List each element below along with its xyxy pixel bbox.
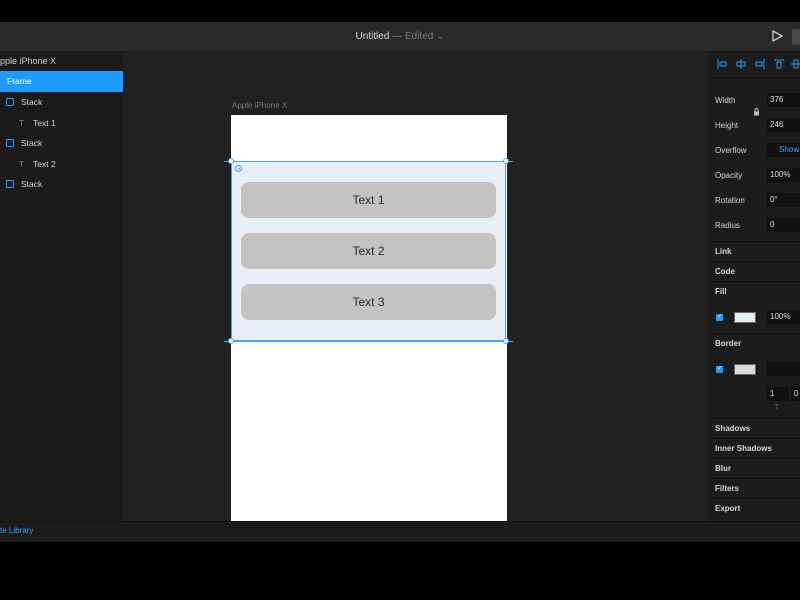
layers-title[interactable]: pple iPhone X <box>0 56 123 66</box>
frame-label[interactable]: Apple iPhone X <box>232 101 287 110</box>
layer-label: Stack <box>21 138 43 148</box>
stack-icon <box>6 138 14 147</box>
border-color-swatch[interactable] <box>734 364 756 375</box>
stack-icon <box>6 97 14 106</box>
layer-label: Stack <box>21 179 43 189</box>
border-width-input[interactable]: 1 <box>767 387 789 401</box>
align-left-icon[interactable] <box>717 59 727 69</box>
border-style-select[interactable] <box>767 362 800 376</box>
width-label: Width <box>715 96 736 105</box>
filters-section[interactable]: Filters <box>708 478 800 498</box>
layer-stack-3[interactable]: Stack <box>0 174 123 195</box>
toolbar-button[interactable] <box>792 29 800 45</box>
border-extra-input[interactable]: 0 <box>791 387 800 401</box>
radius-label: Radius <box>715 221 740 230</box>
layer-text-1[interactable]: T Text 1 <box>0 113 123 134</box>
layer-text-2[interactable]: T Text 2 <box>0 154 123 175</box>
border-section[interactable]: Border <box>708 333 800 353</box>
border-width-t-label: T <box>775 405 779 411</box>
resize-handle-top-left[interactable] <box>228 158 234 164</box>
resize-handle-bottom-left[interactable] <box>228 338 234 344</box>
stack-target-icon[interactable] <box>235 165 242 172</box>
resize-handle-bottom-right[interactable] <box>503 338 509 344</box>
title-bar: Untitled — Edited ⌄ <box>0 22 800 51</box>
height-label: Height <box>715 121 739 130</box>
fill-opacity-input[interactable]: 100% <box>767 310 800 324</box>
layer-frame[interactable]: Frame <box>0 71 123 92</box>
align-middle-icon[interactable] <box>791 59 800 69</box>
link-section[interactable]: Link <box>708 241 800 261</box>
export-section[interactable]: Export <box>708 498 800 518</box>
inner-shadows-section[interactable]: Inner Shadows <box>708 438 800 458</box>
align-center-icon[interactable] <box>736 59 746 69</box>
layer-stack-1[interactable]: Stack <box>0 92 123 113</box>
layer-label: Frame <box>7 76 32 86</box>
resize-handle-top-right[interactable] <box>503 158 509 164</box>
text-layer-icon: T <box>19 160 24 169</box>
window-title: Untitled — Edited ⌄ <box>0 22 800 51</box>
stack-item-3[interactable]: Text 3 <box>241 284 496 320</box>
opacity-input[interactable]: 100% <box>767 168 800 182</box>
stack-item-1[interactable]: Text 1 <box>241 182 496 218</box>
lock-icon[interactable] <box>753 108 760 116</box>
layer-stack-2[interactable]: Stack <box>0 133 123 154</box>
bottom-bar: te Library <box>0 521 800 542</box>
border-checkbox[interactable]: ✓ <box>716 366 723 373</box>
stack-item-2[interactable]: Text 2 <box>241 233 496 269</box>
blur-section[interactable]: Blur <box>708 458 800 478</box>
radius-input[interactable]: 0 <box>767 218 800 232</box>
layer-label: Text 2 <box>33 159 56 169</box>
height-input[interactable]: 246 <box>767 118 800 132</box>
library-link[interactable]: te Library <box>0 526 33 535</box>
text-layer-icon: T <box>19 119 24 128</box>
align-top-icon[interactable] <box>774 59 784 69</box>
rotation-label: Rotation <box>715 196 745 205</box>
fill-color-swatch[interactable] <box>734 312 756 323</box>
play-icon[interactable] <box>770 29 784 43</box>
align-toolbar <box>708 51 800 78</box>
overflow-label: Overflow <box>715 146 747 155</box>
overflow-select[interactable]: Show <box>767 143 800 157</box>
stack-icon <box>6 179 14 188</box>
opacity-label: Opacity <box>715 171 743 180</box>
layer-label: Text 1 <box>33 118 56 128</box>
code-section[interactable]: Code <box>708 261 800 281</box>
width-input[interactable]: 376 <box>767 93 800 107</box>
layer-label: Stack <box>21 97 43 107</box>
layers-panel: pple iPhone X Frame Stack T Text 1 Stack … <box>0 51 123 521</box>
align-right-icon[interactable] <box>755 59 765 69</box>
fill-checkbox[interactable]: ✓ <box>716 314 723 321</box>
rotation-input[interactable]: 0° <box>767 193 800 207</box>
document-name[interactable]: Untitled <box>356 31 390 42</box>
selection-guide-bottom <box>224 341 513 342</box>
edited-status[interactable]: — Edited ⌄ <box>389 31 444 42</box>
shadows-section[interactable]: Shadows <box>708 418 800 438</box>
fill-section[interactable]: Fill <box>708 281 800 301</box>
